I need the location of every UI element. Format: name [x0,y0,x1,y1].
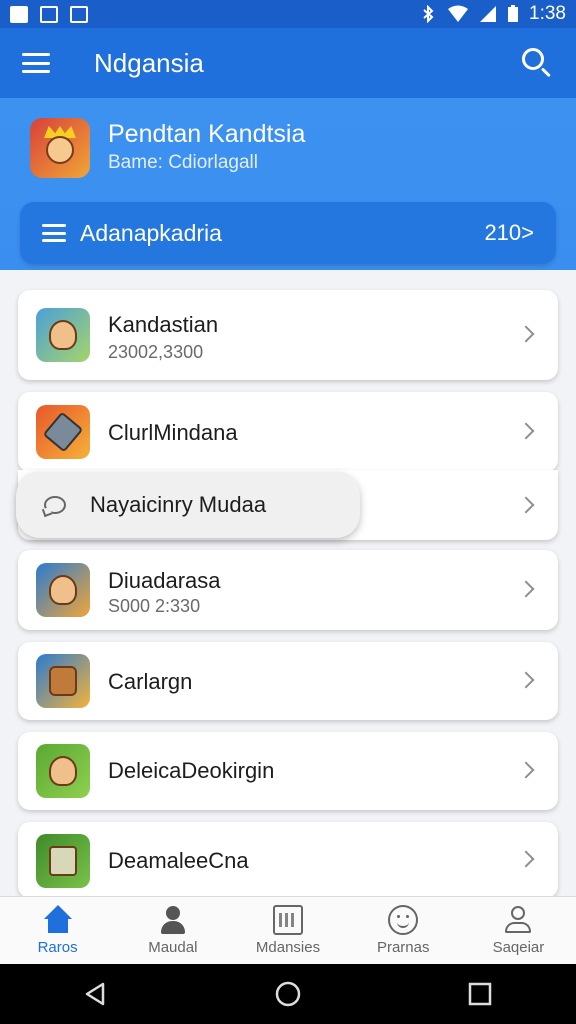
nav-label: Maudal [148,939,198,956]
nav-item-calendar[interactable]: Mdansies [230,897,345,964]
recents-icon[interactable] [465,979,495,1009]
list-item-title: ClurlMindana [108,420,238,445]
chevron-right-icon [517,671,535,689]
chevron-right-icon [517,422,535,440]
chevron-right-icon [517,580,535,598]
avatar[interactable] [30,118,90,178]
nav-label: Mdansies [255,939,321,956]
person-icon [503,905,533,935]
nav-label: Saqeiar [492,939,545,956]
chevron-right-icon [517,761,535,779]
nav-item-profile[interactable]: Maudal [115,897,230,964]
list-item-subtitle: 23002,3300 [108,342,204,362]
battery-icon [508,5,519,22]
menu-icon[interactable] [22,53,50,73]
nav-label: Raros [37,939,78,956]
app-bar: Ndgansia [0,28,576,98]
bluetooth-icon [423,5,434,23]
status-time: 1:38 [529,3,566,24]
image-icon [40,5,58,23]
list-item-title: Kandastian [108,312,219,337]
list-item[interactable]: Carlargn [18,642,558,720]
calendar-icon [273,905,303,935]
list-item-title: DeleicaDeokirgin [108,758,275,783]
profile-name: Pendtan Kandtsia [108,120,306,148]
profile-subtitle: Bame: Cdiorlagall [108,152,258,173]
search-icon[interactable] [520,46,554,80]
user-icon [158,905,188,935]
nav-item-home[interactable]: Raros [0,897,115,964]
floating-chip-button[interactable]: Nayaicinry Mudaa [16,472,360,538]
game-thumbnail-icon [36,654,90,708]
signal-icon [480,6,497,22]
chevron-right-icon [517,496,535,514]
game-thumbnail-icon [36,744,90,798]
chip-label: Nayaicinry Mudaa [90,492,267,517]
list-item-subtitle: S000 2:330 [108,596,201,616]
list-item[interactable]: DeleicaDeokirgin [18,732,558,810]
list-icon [42,224,66,242]
smile-icon [388,905,419,935]
game-thumbnail-icon [36,308,90,362]
nav-item-account[interactable]: Saqeiar [461,897,576,964]
chat-bubble-icon [44,496,66,514]
game-thumbnail-icon [36,834,90,888]
back-icon[interactable] [81,979,111,1009]
nav-label: Prarnas [376,939,430,956]
home-icon [43,905,73,935]
notification-icon [10,5,28,23]
status-bar: 1:38 [0,0,576,28]
chevron-right-icon [517,850,535,868]
app-title: Ndgansia [94,47,204,78]
list-item[interactable]: Kandastian 23002,3300 [18,290,558,380]
nav-item-social[interactable]: Prarnas [346,897,461,964]
section-count: 210> [484,220,534,245]
list-item[interactable]: DeamaleeCna [18,822,558,898]
list-item-title: Carlargn [108,669,193,694]
game-thumbnail-icon [36,563,90,617]
game-list: Kandastian 23002,3300 ClurlMindana Diuad… [0,270,576,898]
home-button-icon[interactable] [273,979,303,1009]
wifi-icon [448,5,469,22]
game-thumbnail-icon [36,405,90,459]
system-navigation-bar [0,964,576,1024]
message-icon [70,5,88,23]
chevron-right-icon [517,325,535,343]
bottom-navigation: Raros Maudal Mdansies Prarnas Saqeiar [0,896,576,964]
list-item-title: DeamaleeCna [108,848,249,873]
list-item-title: Diuadarasa [108,568,221,593]
section-header-button[interactable]: Adanapkadria 210> [20,202,556,264]
list-item[interactable]: Diuadarasa S000 2:330 [18,550,558,630]
profile-header: Pendtan Kandtsia Bame: Cdiorlagall Adana… [0,98,576,270]
list-item[interactable]: ClurlMindana [18,392,558,472]
section-title: Adanapkadria [80,219,222,246]
